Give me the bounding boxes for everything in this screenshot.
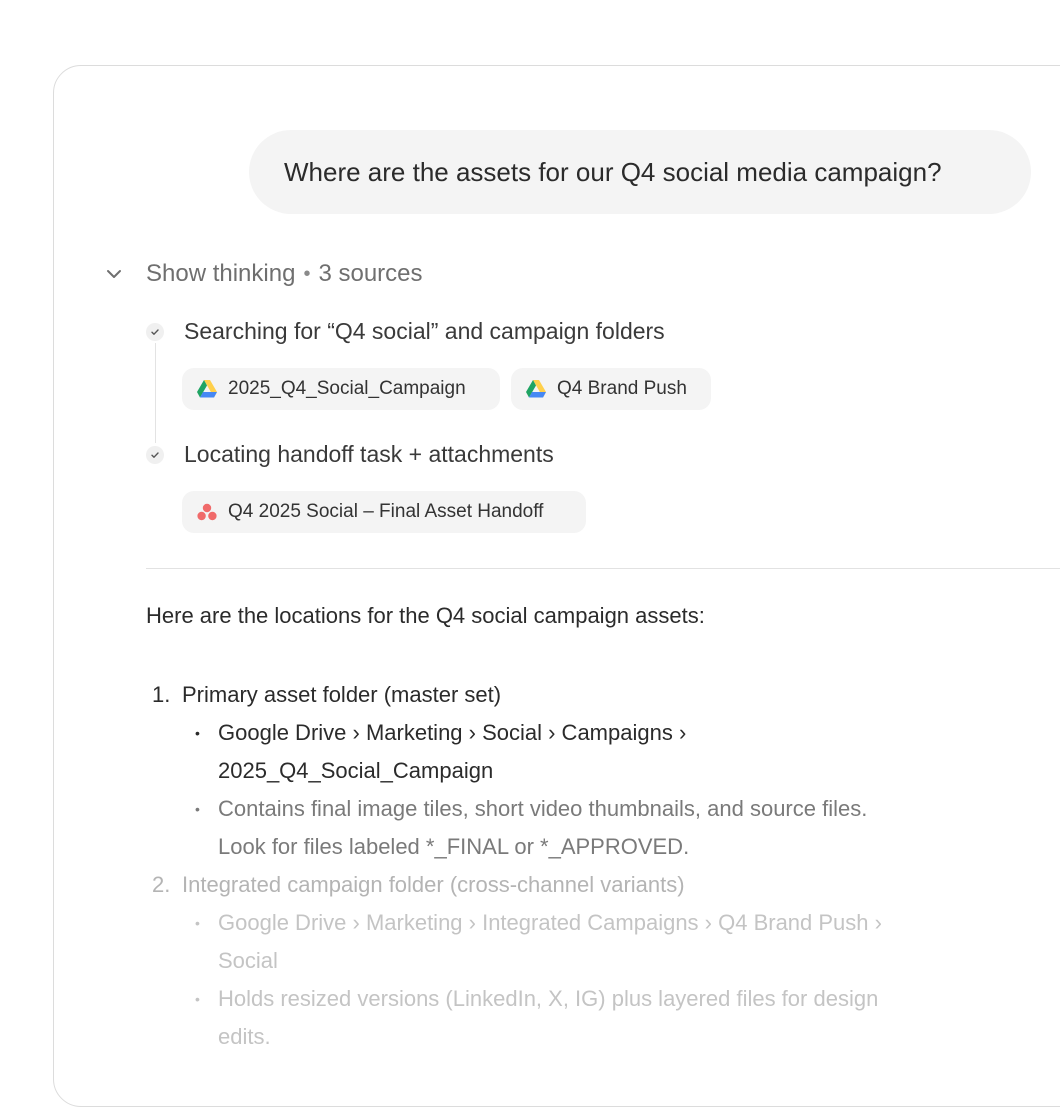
bullet-line: Google Drive › Marketing › Social › Camp… — [218, 720, 687, 745]
bullet-line: Contains final image tiles, short video … — [218, 796, 868, 821]
user-message-bubble: Where are the assets for our Q4 social m… — [249, 130, 1031, 214]
check-icon — [146, 445, 164, 464]
bullet-line: 2025_Q4_Social_Campaign — [218, 758, 494, 783]
google-drive-icon — [197, 380, 217, 398]
sources-count: 3 sources — [318, 260, 423, 287]
separator-dot: • — [303, 262, 311, 285]
bullet-line: Holds resized versions (LinkedIn, X, IG)… — [218, 986, 879, 1011]
list-item-title: Primary asset folder (master set) — [182, 682, 502, 707]
show-thinking-toggle[interactable]: Show thinking • 3 sources — [103, 256, 423, 292]
source-chip-label: Q4 Brand Push — [557, 378, 687, 399]
bullet-line: Social — [218, 948, 278, 973]
bullet-line: edits. — [218, 1024, 271, 1049]
source-chip[interactable]: Q4 2025 Social – Final Asset Handoff — [182, 491, 586, 533]
chevron-down-icon — [107, 270, 121, 278]
thinking-step-text: Searching for “Q4 social” and campaign f… — [184, 318, 665, 344]
asana-icon — [197, 503, 217, 521]
list-bullet: • Contains final image tiles, short vide… — [195, 790, 985, 866]
list-bullet: • Holds resized versions (LinkedIn, X, I… — [195, 980, 985, 1056]
list-number: 2. — [152, 872, 171, 897]
bullet-line: Look for files labeled *_FINAL or *_APPR… — [218, 834, 690, 859]
google-drive-icon — [526, 380, 546, 398]
source-chip-label: Q4 2025 Social – Final Asset Handoff — [228, 501, 544, 522]
steps-timeline-line — [155, 343, 156, 443]
user-message-text: Where are the assets for our Q4 social m… — [284, 156, 942, 187]
answer-intro: Here are the locations for the Q4 social… — [146, 603, 705, 628]
source-chip-label: 2025_Q4_Social_Campaign — [228, 378, 466, 399]
check-icon — [146, 322, 164, 341]
source-chip[interactable]: Q4 Brand Push — [511, 368, 711, 410]
show-thinking-label: Show thinking — [146, 260, 296, 287]
source-chip[interactable]: 2025_Q4_Social_Campaign — [182, 368, 500, 410]
list-item-title: Integrated campaign folder (cross-channe… — [182, 872, 685, 897]
divider — [146, 568, 1060, 569]
list-bullet: • Google Drive › Marketing › Integrated … — [195, 904, 995, 980]
list-bullet: • Google Drive › Marketing › Social › Ca… — [195, 714, 985, 790]
thinking-step: Locating handoff task + attachments — [146, 441, 554, 468]
thinking-step: Searching for “Q4 social” and campaign f… — [146, 318, 665, 345]
bullet-line: Google Drive › Marketing › Integrated Ca… — [218, 910, 882, 935]
list-number: 1. — [152, 682, 171, 707]
thinking-step-text: Locating handoff task + attachments — [184, 441, 554, 467]
